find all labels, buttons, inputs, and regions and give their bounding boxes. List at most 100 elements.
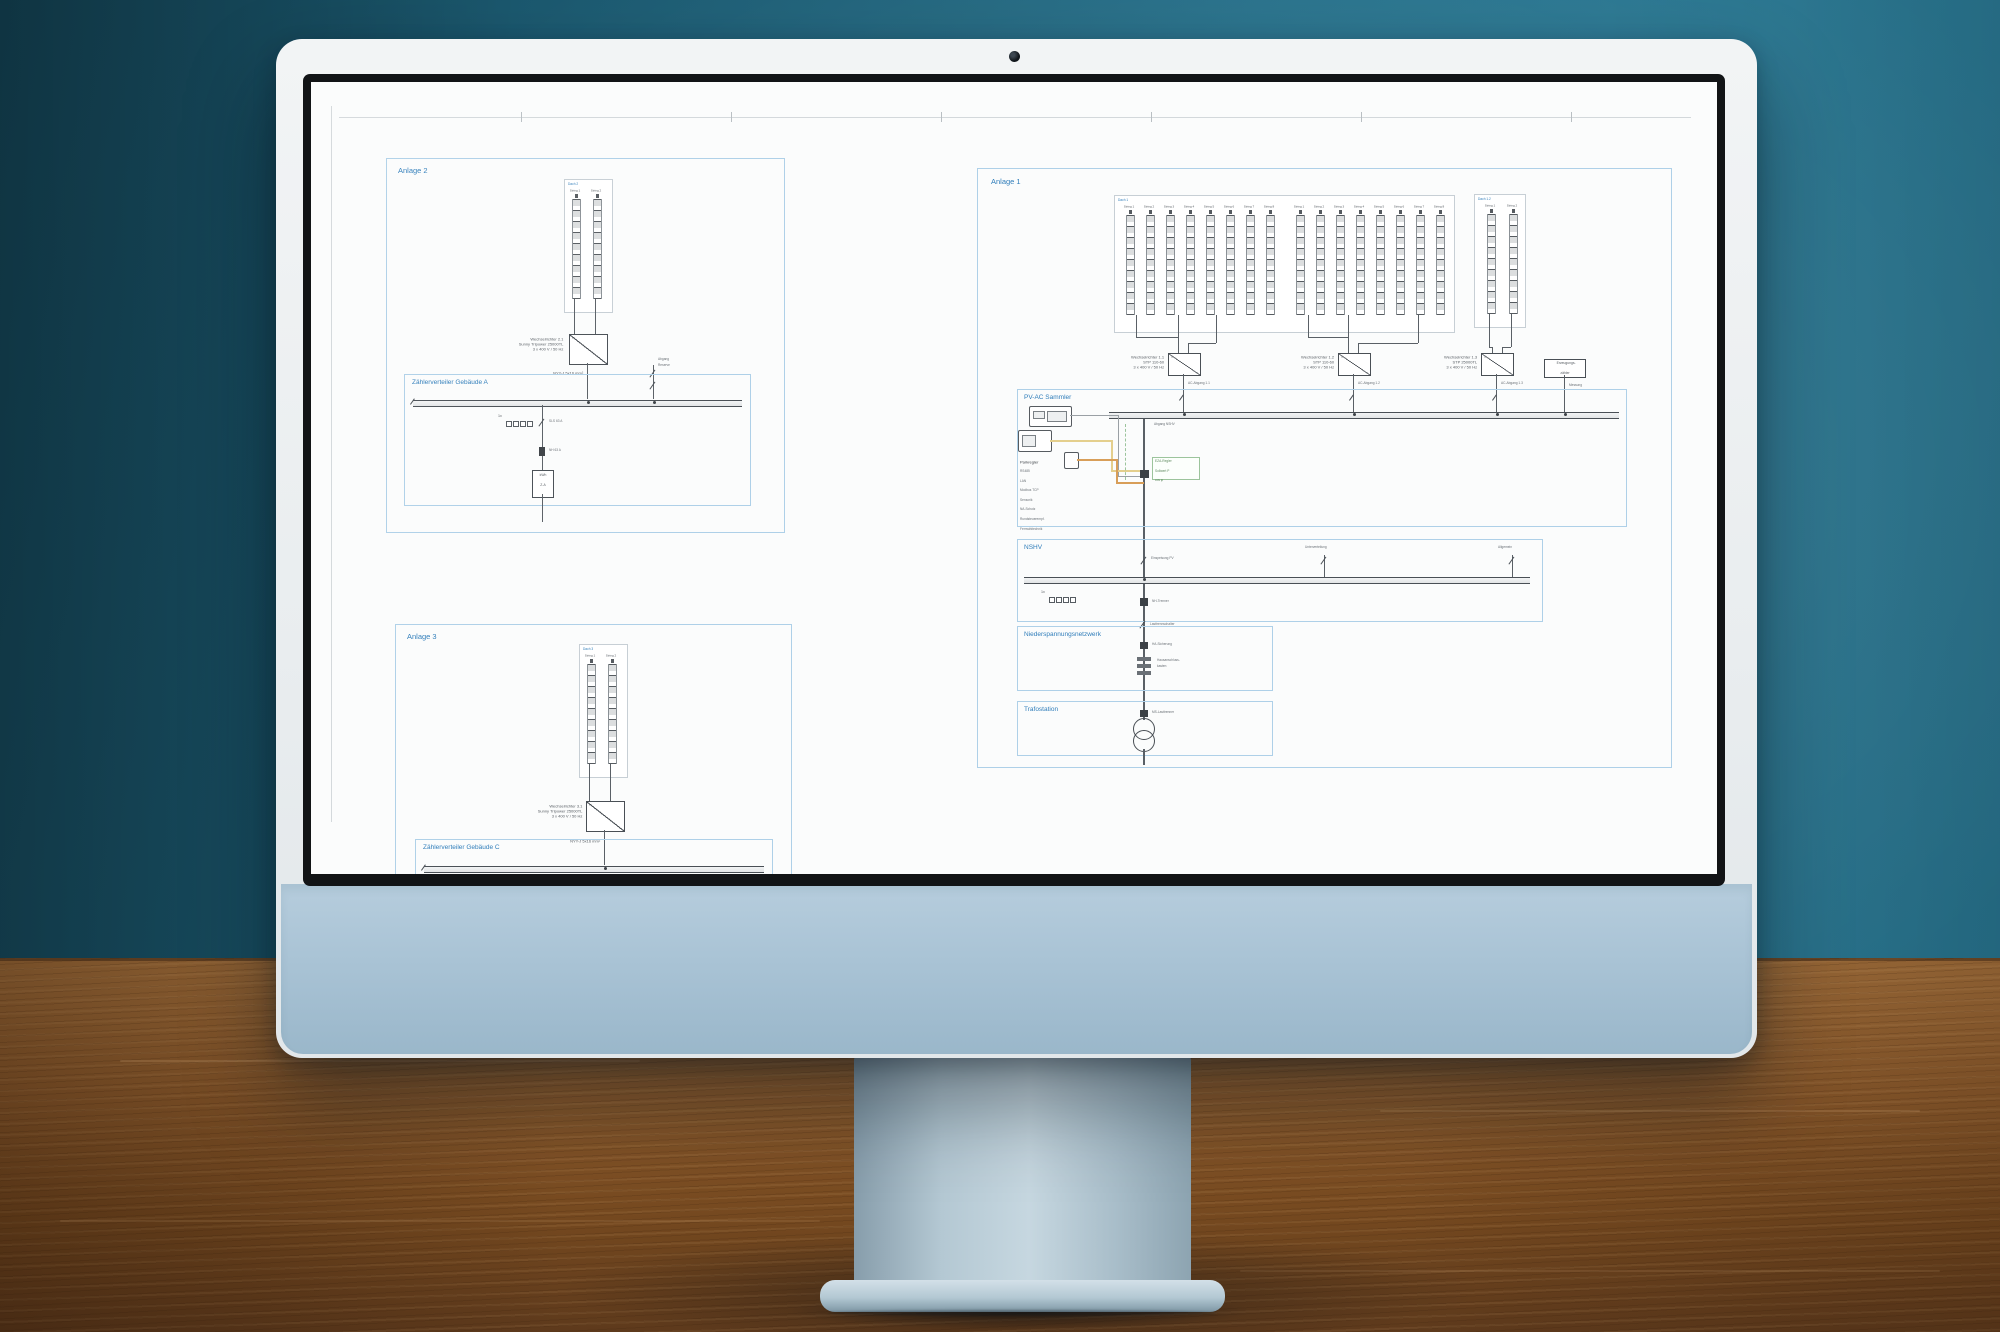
dc-wire bbox=[1188, 343, 1189, 353]
anlage1-string-field: Dach 1 String 1 String 2 String 3 String… bbox=[1114, 195, 1455, 333]
string-label: String 8 bbox=[1434, 205, 1444, 208]
string-group-2: String 1 String 2 String 3 String 4 Stri… bbox=[1295, 205, 1443, 319]
dc-wire bbox=[1136, 315, 1137, 337]
ac-glyph: ~ bbox=[1195, 370, 1198, 375]
pv-module-chain bbox=[1186, 215, 1195, 315]
string-label: String 7 bbox=[1244, 205, 1254, 208]
pv-module-chain bbox=[1146, 215, 1155, 315]
scene: Anlage 2 Dach 2 String 1 String 2 =~ Wec… bbox=[0, 0, 2000, 1332]
dc-wire bbox=[595, 299, 596, 334]
feeder-label: AC-Abgang 1.3 bbox=[1501, 381, 1523, 385]
pvac-box: PV-AC Sammler Abgang NSHV Parkregler RS4… bbox=[1017, 389, 1627, 527]
sheet-frame-left bbox=[331, 106, 332, 822]
string-label: String 1 bbox=[570, 189, 580, 192]
fuse-symbol bbox=[539, 447, 545, 456]
controller-line: Fernwirktechnik bbox=[1020, 527, 1045, 531]
pv-module-chain bbox=[1316, 215, 1325, 315]
inverter-label-line: 3 x 400 V / 50 Hz bbox=[518, 347, 563, 352]
inverter-label: Wechselrichter 1.1STP 110-603 x 400 V / … bbox=[1131, 355, 1164, 370]
anlage1-box: Anlage 1 Dach 1 String 1 String 2 String… bbox=[977, 168, 1672, 768]
pv-string: String 8 bbox=[1435, 205, 1443, 319]
string-group-1: String 1 String 2 String 3 String 4 Stri… bbox=[1125, 205, 1273, 319]
datalogger-device bbox=[1029, 406, 1072, 427]
pv-module-chain bbox=[1206, 215, 1215, 315]
note-line: Sollwert P bbox=[1155, 469, 1172, 473]
anlage1-field-title: Dach 1 bbox=[1118, 198, 1128, 202]
junction bbox=[604, 867, 607, 870]
pv-string: String 5 bbox=[1205, 205, 1213, 319]
pv-string: String 3 bbox=[1335, 205, 1343, 319]
anlage3-title: Anlage 3 bbox=[407, 632, 437, 641]
anlage1-title: Anlage 1 bbox=[991, 177, 1021, 186]
signal-wire-orange bbox=[1116, 459, 1118, 482]
device-slot bbox=[1033, 411, 1045, 419]
pv-string: String 1 bbox=[1125, 205, 1133, 319]
inverter-label-line: 3 x 400 V / 50 Hz bbox=[537, 814, 582, 819]
meter-text: kWh bbox=[539, 473, 547, 477]
wood-grain bbox=[60, 1220, 820, 1222]
imac-chin bbox=[281, 884, 1752, 1054]
pv-module-chain bbox=[1436, 215, 1445, 315]
inverter-label-line: 3 x 400 V / 50 Hz bbox=[1131, 365, 1164, 370]
inverter-label: Wechselrichter 1.2STP 110-603 x 400 V / … bbox=[1301, 355, 1334, 370]
string-label: String 1 bbox=[1124, 205, 1134, 208]
inverter-label-line: 3 x 400 V / 50 Hz bbox=[1444, 365, 1477, 370]
note-lines: EZA-Regler Sollwert P cos φ bbox=[1155, 459, 1197, 488]
signal-wire-orange bbox=[1077, 459, 1116, 461]
pv-module-chain bbox=[608, 664, 617, 764]
note-line: cos φ bbox=[1155, 478, 1172, 482]
nshv-title: NSHV bbox=[1024, 544, 1042, 551]
dc-glyph: = bbox=[1484, 354, 1487, 359]
fuse-symbol bbox=[1140, 598, 1148, 606]
string-label: String 3 bbox=[1164, 205, 1174, 208]
string-label: String 1 bbox=[1294, 205, 1304, 208]
pv-module-chain bbox=[1266, 215, 1275, 315]
dc-wire bbox=[610, 764, 611, 801]
dc-glyph: = bbox=[589, 802, 592, 807]
controller-device bbox=[1018, 430, 1052, 452]
feeder-label: AC-Abgang 1.2 bbox=[1358, 381, 1380, 385]
pv-string: String 7 bbox=[1245, 205, 1253, 319]
imac-stand-base bbox=[820, 1280, 1225, 1312]
dc-glyph: = bbox=[1171, 354, 1174, 359]
meter-symbols bbox=[506, 415, 534, 433]
pv-string: String 2 bbox=[1315, 205, 1323, 319]
ac-glyph: ~ bbox=[1508, 370, 1511, 375]
anlage1-string-field-2: Dach 1.2 String 1 String 2 bbox=[1474, 194, 1526, 328]
inverter-label: Wechselrichter 3.1Sunny Tripower 25000TL… bbox=[537, 804, 582, 819]
dc-wire bbox=[1308, 337, 1348, 338]
tap-label: Allgemein bbox=[1498, 545, 1512, 549]
anlage2-string-field: Dach 2 String 1 String 2 bbox=[564, 179, 613, 313]
string-label: String 2 bbox=[1144, 205, 1154, 208]
fuse-label: NH 63 A bbox=[549, 448, 561, 452]
pv-string: String 1 bbox=[1295, 205, 1303, 319]
string-label: String 5 bbox=[1374, 205, 1384, 208]
dc-wire bbox=[1136, 337, 1178, 338]
dc-wire bbox=[1511, 314, 1512, 347]
feeder-label: AC-Abgang 1.1 bbox=[1188, 381, 1210, 385]
string-label: String 2 bbox=[591, 189, 601, 192]
sheet-tick bbox=[731, 112, 732, 122]
dc-wire bbox=[1358, 343, 1359, 353]
meter-feeder-label: Messung bbox=[1569, 383, 1582, 387]
device-slot bbox=[1047, 411, 1067, 422]
pv-module-chain bbox=[572, 199, 581, 299]
hak-label: kasten bbox=[1157, 664, 1166, 668]
note-line: EZA-Regler bbox=[1155, 459, 1172, 463]
string-label: String 2 bbox=[606, 654, 616, 657]
zaehlerverteiler-c-box: Zählerverteiler Gebäude C bbox=[415, 839, 773, 874]
junction bbox=[1183, 413, 1186, 416]
grid-box: Niederspannungsnetzwerk HA-Sicherung Hau… bbox=[1017, 626, 1273, 691]
anlage3-string-field: Dach 3 String 1 String 2 bbox=[579, 644, 628, 778]
anlage3-strings: String 1 String 2 bbox=[586, 654, 615, 768]
inverter-label: Wechselrichter 1.3STP 25000TL3 x 400 V /… bbox=[1444, 355, 1477, 370]
junction bbox=[653, 401, 656, 404]
pv-module-chain bbox=[1356, 215, 1365, 315]
string-label: String 5 bbox=[1204, 205, 1214, 208]
pv-module-chain bbox=[1246, 215, 1255, 315]
pv-string: String 1 bbox=[571, 189, 579, 303]
trafo-title: Trafostation bbox=[1024, 706, 1058, 713]
dc-wire bbox=[1418, 315, 1419, 343]
hak-stack bbox=[1137, 664, 1151, 668]
feeder-wire bbox=[542, 494, 543, 522]
